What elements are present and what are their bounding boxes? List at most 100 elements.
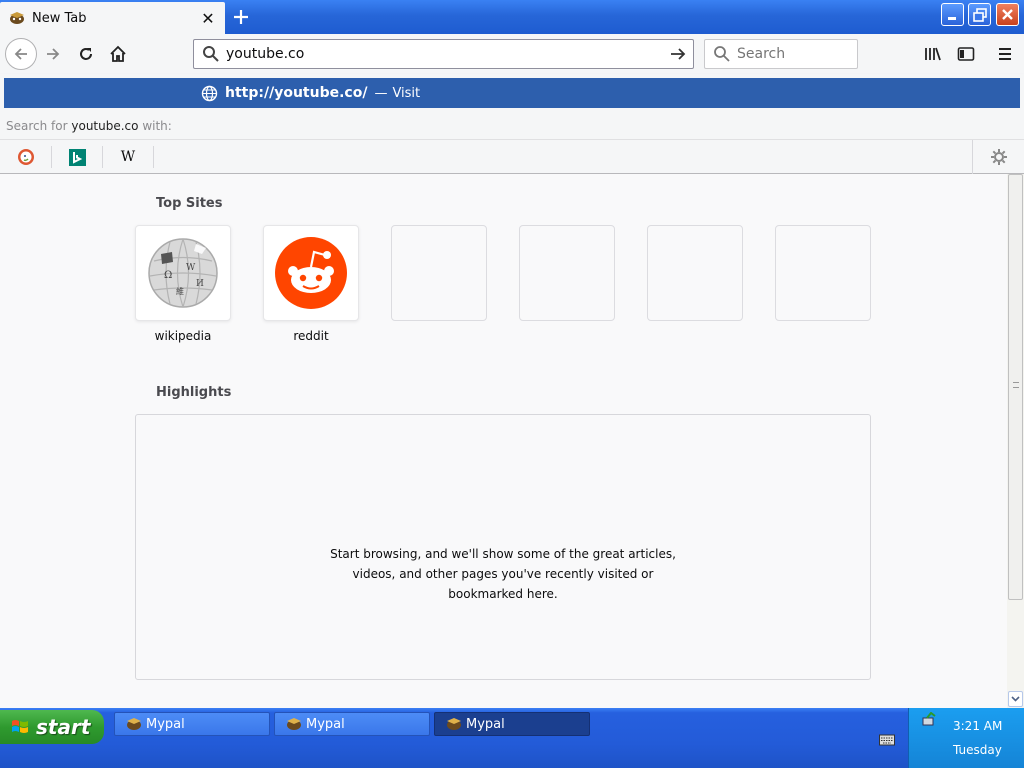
- taskbar-button-label: Mypal: [146, 716, 185, 732]
- title-bar: New Tab ✕: [0, 0, 1024, 34]
- mypal-icon: [447, 718, 461, 730]
- close-window-button[interactable]: [996, 3, 1019, 26]
- highlights-empty-state: Start browsing, and we'll show some of t…: [135, 414, 871, 680]
- navigation-toolbar: [0, 34, 1024, 74]
- bing-engine-button[interactable]: [68, 148, 86, 166]
- mypal-icon: [127, 718, 141, 730]
- engine-separator: [153, 146, 154, 168]
- globe-icon: [201, 85, 218, 101]
- minimize-button[interactable]: [941, 3, 964, 26]
- taskbar-button-mypal[interactable]: Mypal: [114, 712, 270, 736]
- top-site-placeholder: [647, 225, 743, 321]
- one-off-search-engines: W: [0, 139, 1024, 174]
- go-button[interactable]: [667, 43, 689, 65]
- wikipedia-icon: W: [120, 149, 136, 165]
- svg-text:維: 維: [176, 286, 184, 296]
- search-for-prefix: Search for: [6, 119, 68, 133]
- reddit-icon: [275, 237, 347, 309]
- top-site-tile-wikipedia[interactable]: Ω W И 維: [135, 225, 231, 321]
- new-tab-button[interactable]: [229, 6, 253, 28]
- forward-button[interactable]: [38, 39, 68, 69]
- search-for-suffix: with:: [142, 119, 172, 133]
- search-input[interactable]: [737, 46, 847, 62]
- top-site-placeholder: [391, 225, 487, 321]
- duckduckgo-icon: [18, 149, 34, 165]
- hamburger-menu-icon: [999, 48, 1011, 60]
- taskbar-button-mypal[interactable]: Mypal: [274, 712, 430, 736]
- forward-arrow-icon: [47, 48, 60, 60]
- taskbar: start Mypal Mypal Mypal 3:21 AM Tuesday: [0, 708, 1024, 768]
- vertical-scrollbar[interactable]: [1007, 174, 1024, 708]
- svg-text:W: W: [186, 263, 196, 273]
- close-icon: [1002, 9, 1013, 20]
- keyboard-icon[interactable]: [879, 734, 895, 746]
- duckduckgo-engine-button[interactable]: [17, 148, 35, 166]
- library-button[interactable]: [918, 39, 948, 69]
- svg-text:И: И: [196, 279, 204, 289]
- menu-button[interactable]: [990, 39, 1020, 69]
- top-site-tile-reddit[interactable]: [263, 225, 359, 321]
- minimize-icon: [947, 16, 956, 20]
- top-site-label: reddit: [293, 329, 329, 343]
- system-tray: 3:21 AM Tuesday: [908, 708, 1024, 768]
- search-for-query: youtube.co: [71, 119, 139, 133]
- tab-title: New Tab: [32, 10, 87, 26]
- mypal-favicon-icon: [10, 12, 24, 24]
- scroll-down-button[interactable]: [1008, 691, 1023, 707]
- search-settings-button[interactable]: [972, 140, 1024, 174]
- reload-icon: [80, 48, 92, 60]
- top-site-placeholder: [519, 225, 615, 321]
- back-button[interactable]: [5, 38, 37, 70]
- highlights-message: Start browsing, and we'll show some of t…: [330, 547, 676, 601]
- top-sites-heading: Top Sites: [156, 196, 223, 211]
- home-icon: [110, 45, 126, 62]
- search-with-label: Search for youtube.co with:: [6, 119, 172, 133]
- clock-time[interactable]: 3:21 AM: [953, 719, 1002, 733]
- engine-separator: [102, 146, 103, 168]
- new-tab-page: Top Sites Ω W И 維 wikipedia reddit Highl…: [0, 174, 1007, 708]
- suggestion-separator: —: [374, 85, 388, 101]
- restore-icon: [972, 7, 987, 22]
- suggestion-action: Visit: [392, 85, 421, 101]
- sidebar-button[interactable]: [951, 39, 981, 69]
- search-icon: [714, 46, 730, 62]
- start-label: start: [36, 715, 91, 739]
- network-tray-icon[interactable]: [921, 712, 937, 728]
- search-bar[interactable]: [704, 39, 858, 69]
- svg-text:Ω: Ω: [164, 270, 172, 281]
- windows-flag-icon: [12, 720, 28, 733]
- home-button[interactable]: [103, 39, 133, 69]
- taskbar-button-label: Mypal: [306, 716, 345, 732]
- suggestion-row-visit[interactable]: http://youtube.co/ — Visit: [4, 78, 1020, 108]
- library-icon: [925, 47, 941, 61]
- url-bar[interactable]: [193, 39, 694, 69]
- search-icon: [203, 46, 219, 62]
- scrollbar-grip: [1013, 382, 1019, 388]
- bing-icon: [68, 148, 86, 166]
- highlights-heading: Highlights: [156, 385, 232, 400]
- mypal-icon: [287, 718, 301, 730]
- top-site-label: wikipedia: [154, 329, 212, 343]
- chevron-down-icon: [1011, 696, 1020, 702]
- restore-button[interactable]: [968, 3, 991, 26]
- close-icon[interactable]: ✕: [197, 7, 219, 29]
- url-input[interactable]: [226, 46, 667, 62]
- wikipedia-engine-button[interactable]: W: [119, 148, 137, 166]
- start-button[interactable]: start: [0, 710, 104, 744]
- back-arrow-icon: [14, 48, 27, 60]
- gear-icon: [990, 149, 1007, 165]
- wikipedia-globe-icon: Ω W И 維: [148, 238, 218, 308]
- plus-icon: [234, 10, 248, 24]
- scrollbar-thumb[interactable]: [1008, 174, 1023, 600]
- clock-day: Tuesday: [953, 743, 1002, 757]
- tab-new-tab[interactable]: New Tab ✕: [0, 2, 225, 34]
- engine-separator: [51, 146, 52, 168]
- go-arrow-icon: [671, 48, 686, 60]
- taskbar-button-mypal-active[interactable]: Mypal: [434, 712, 590, 736]
- suggestion-url: http://youtube.co/: [225, 85, 368, 101]
- taskbar-button-label: Mypal: [466, 716, 505, 732]
- url-autocomplete-popup: http://youtube.co/ — Visit Search for yo…: [0, 74, 1024, 174]
- top-site-placeholder: [775, 225, 871, 321]
- reload-button[interactable]: [71, 39, 101, 69]
- sidebar-icon: [957, 47, 975, 61]
